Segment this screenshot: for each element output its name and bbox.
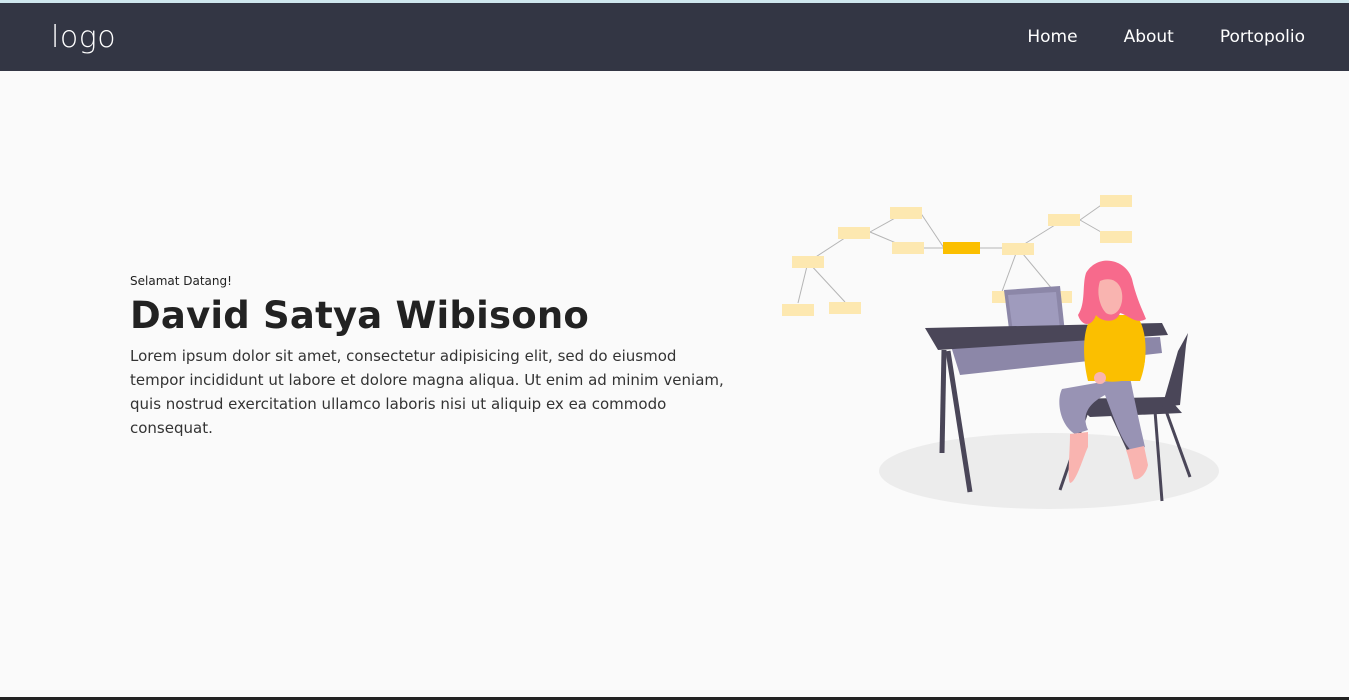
hero-description: Lorem ipsum dolor sit amet, consectetur … bbox=[130, 347, 724, 437]
nav-link-about[interactable]: About bbox=[1124, 27, 1174, 47]
mindmap-main-note bbox=[943, 242, 980, 254]
hero-greeting: Selamat Datang! bbox=[130, 274, 232, 288]
navbar: logo Home About Portopolio bbox=[0, 3, 1349, 71]
nav-link-home[interactable]: Home bbox=[1027, 27, 1077, 47]
hero-name: David Satya Wibisono bbox=[130, 294, 589, 337]
mindmap-notes bbox=[782, 195, 1132, 316]
illustration-svg bbox=[782, 195, 1219, 509]
logo[interactable]: logo bbox=[51, 20, 116, 55]
woman-at-desk-illustration bbox=[770, 185, 1230, 515]
hero-section: Selamat Datang! David Satya Wibisono Lor… bbox=[130, 274, 750, 440]
nav-links: Home About Portopolio bbox=[981, 27, 1305, 47]
chair-back bbox=[1162, 333, 1188, 407]
floor-shadow bbox=[879, 433, 1219, 509]
nav-link-portopolio[interactable]: Portopolio bbox=[1220, 27, 1305, 47]
woman-hand bbox=[1094, 372, 1106, 384]
